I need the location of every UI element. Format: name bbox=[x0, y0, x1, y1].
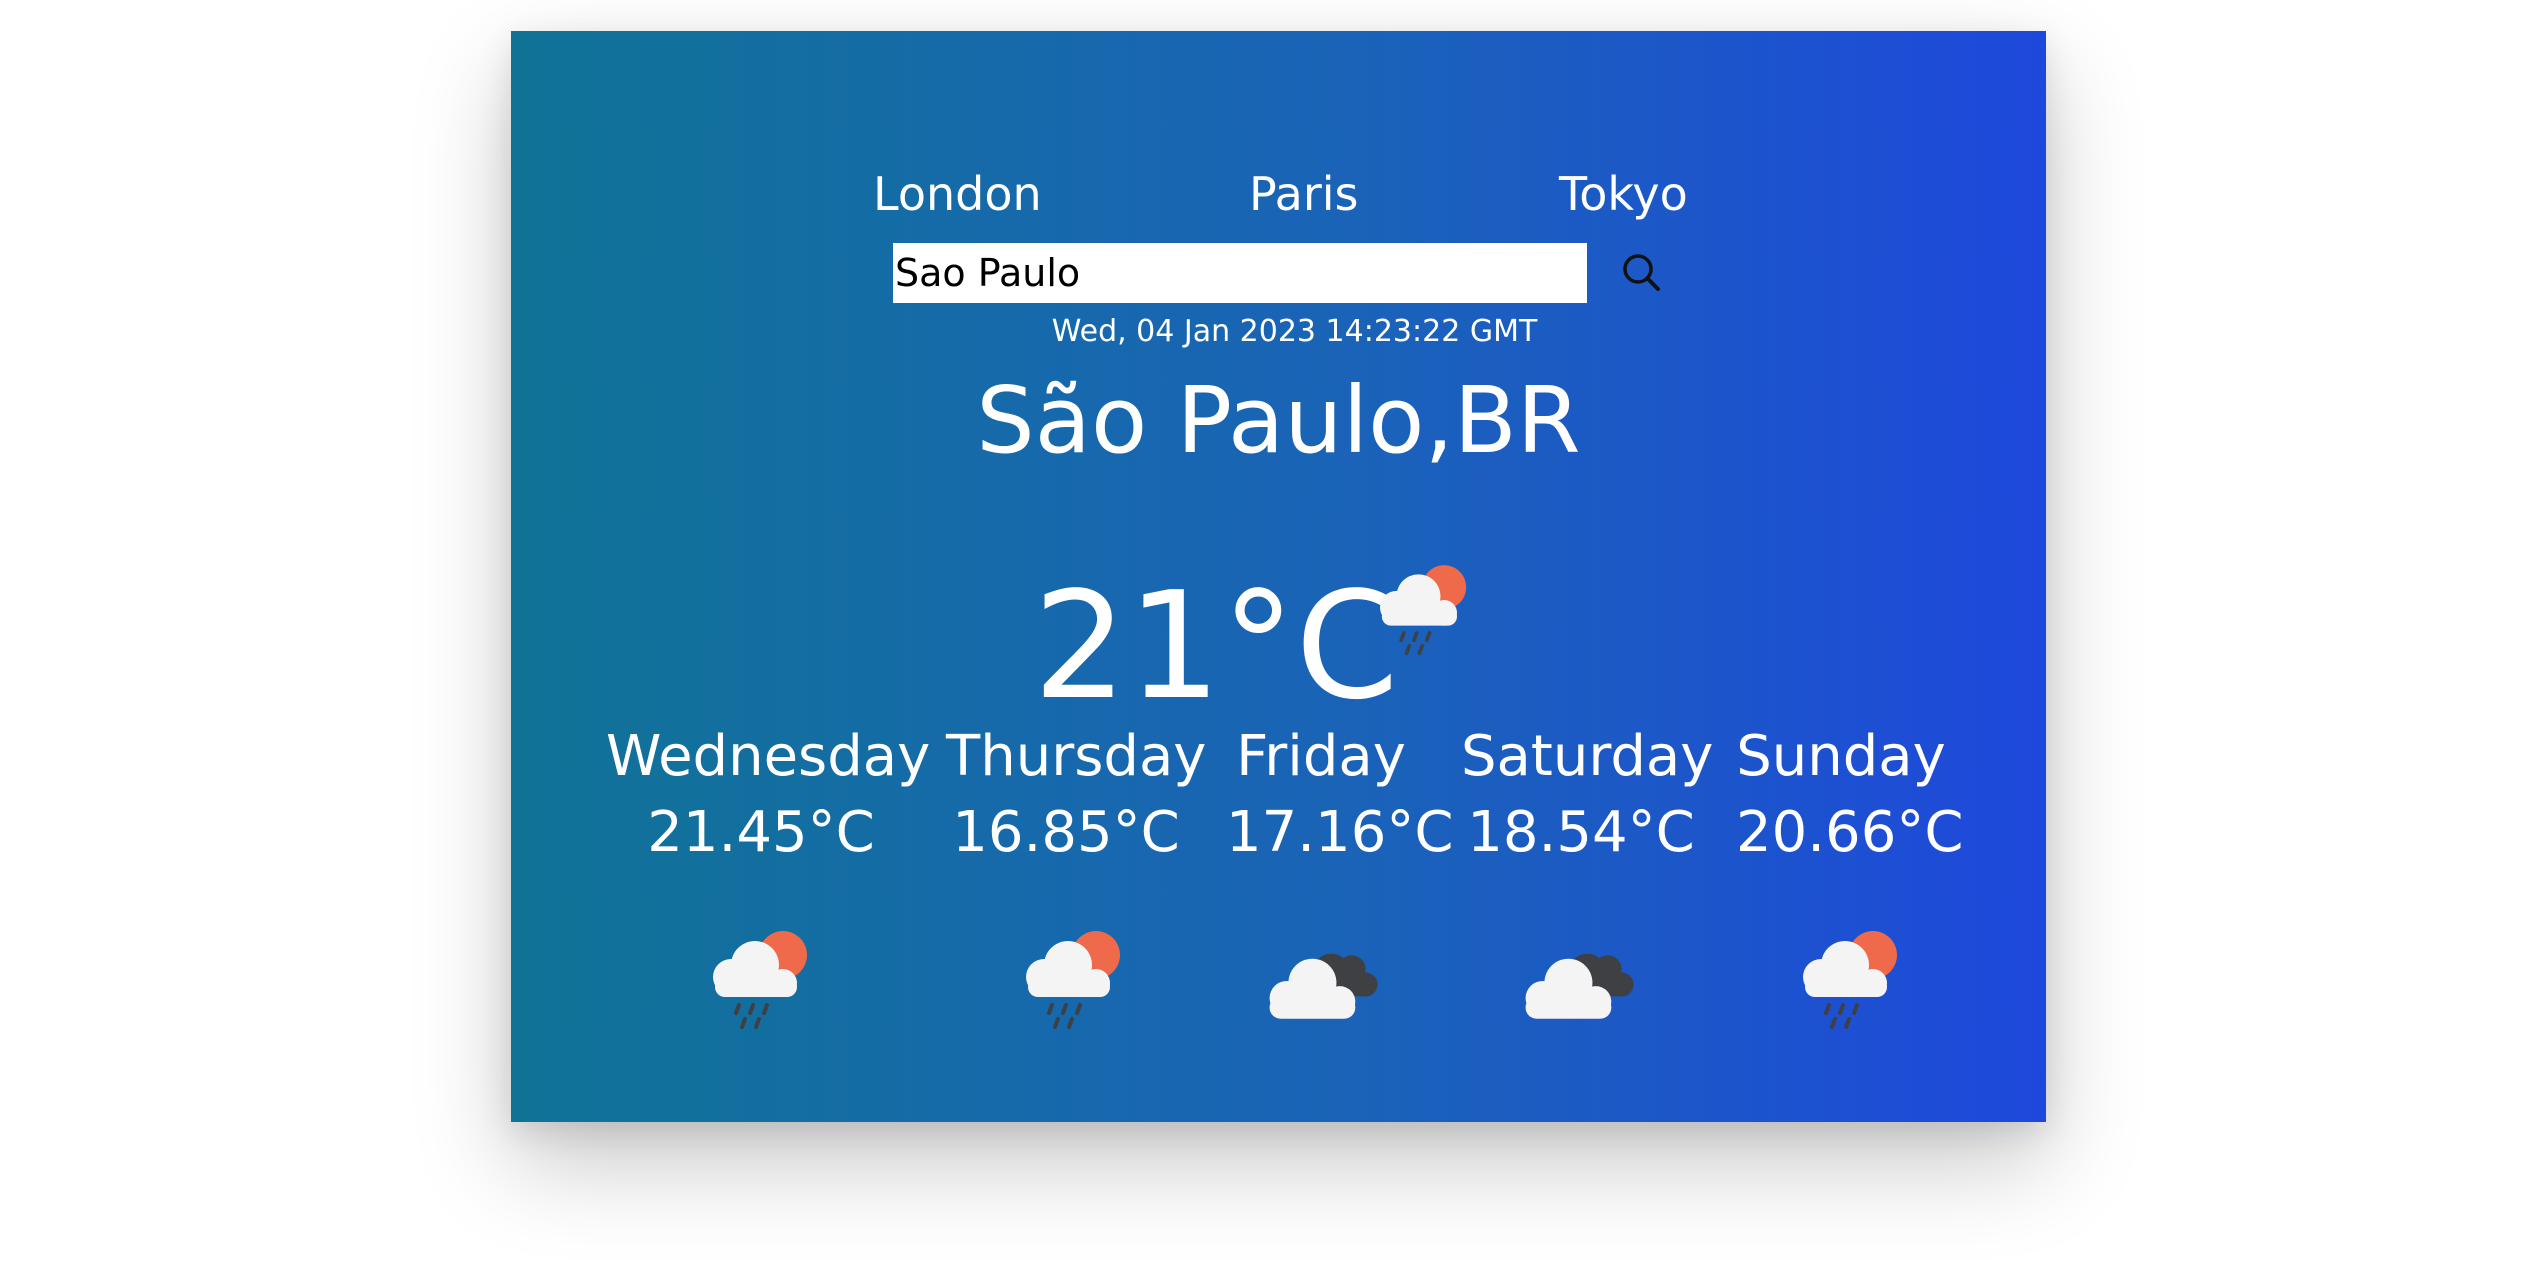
clouds-icon bbox=[1525, 953, 1634, 1019]
forecast-day-friday: Friday 17.16°C bbox=[1226, 719, 1454, 871]
forecast-day-temp: 17.16°C bbox=[1226, 800, 1454, 865]
city-search-input[interactable] bbox=[893, 243, 1587, 303]
sun-cloud-rain-icon bbox=[1380, 565, 1467, 655]
forecast-day-temp: 16.85°C bbox=[952, 800, 1180, 865]
forecast-day-temp: 18.54°C bbox=[1467, 800, 1695, 865]
city-quick-links: London Paris Tokyo bbox=[511, 159, 2046, 229]
forecast-day-wednesday: Wednesday 21.45°C bbox=[606, 719, 931, 871]
forecast-day-name: Thursday bbox=[946, 724, 1207, 789]
search-button[interactable] bbox=[1611, 243, 1673, 303]
current-temperature: 21°C bbox=[1033, 560, 1399, 732]
search-icon bbox=[1623, 254, 1660, 291]
forecast-day-temp: 21.45°C bbox=[647, 800, 875, 865]
forecast-day-saturday: Saturday 18.54°C bbox=[1461, 719, 1714, 871]
city-link-tokyo[interactable]: Tokyo bbox=[1559, 159, 1688, 229]
forecast-day-name: Wednesday bbox=[606, 724, 931, 789]
clouds-icon bbox=[1269, 953, 1378, 1019]
city-link-london[interactable]: London bbox=[873, 159, 1042, 229]
sun-cloud-rain-icon bbox=[1803, 931, 1897, 1029]
forecast-day-name: Saturday bbox=[1461, 724, 1714, 789]
city-link-paris[interactable]: Paris bbox=[1249, 159, 1359, 229]
forecast-day-name: Friday bbox=[1236, 724, 1406, 789]
forecast-day-thursday: Thursday 16.85°C bbox=[946, 719, 1207, 871]
sun-cloud-rain-icon bbox=[1026, 931, 1120, 1029]
location-title: São Paulo,BR bbox=[976, 367, 1581, 474]
weather-card: London Paris Tokyo Wed, 04 Jan 2023 14:2… bbox=[511, 31, 2046, 1122]
sun-cloud-rain-icon bbox=[713, 931, 807, 1029]
forecast-day-temp: 20.66°C bbox=[1736, 800, 1964, 865]
forecast-day-name: Sunday bbox=[1736, 724, 1946, 789]
current-datetime: Wed, 04 Jan 2023 14:23:22 GMT bbox=[1051, 314, 1538, 349]
forecast-day-sunday: Sunday 20.66°C bbox=[1736, 719, 1964, 871]
